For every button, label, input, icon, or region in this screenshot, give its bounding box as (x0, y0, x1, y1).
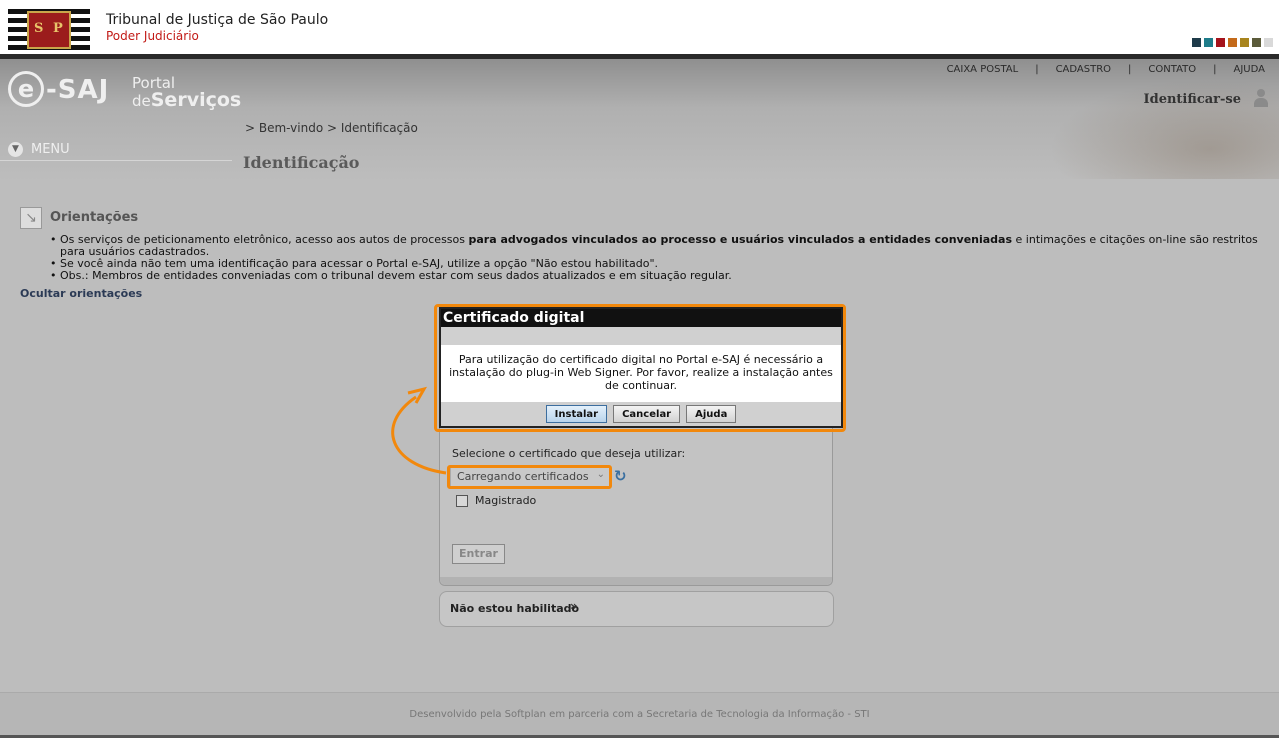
servicos-prefix: de (132, 92, 151, 110)
install-button[interactable]: Instalar (545, 405, 608, 423)
portal-header: e -SAJ Portal deServiços CAIXA POSTAL | … (0, 59, 1279, 181)
panel-bottom-bar (440, 577, 832, 585)
court-seal: S P (27, 11, 71, 49)
footer-text: Desenvolvido pela Softplan em parceria c… (409, 709, 870, 720)
color-theme-swatches (1192, 38, 1273, 47)
color-swatch-4[interactable] (1228, 38, 1237, 47)
user-icon[interactable] (1253, 89, 1269, 107)
color-swatch-1[interactable] (1192, 38, 1201, 47)
nav-separator: | (1035, 64, 1039, 75)
servicos-label: deServiços (132, 89, 241, 111)
nav-caixa-postal[interactable]: CAIXA POSTAL (947, 64, 1019, 75)
menu-toggle[interactable]: ▼ MENU (8, 142, 70, 157)
esaj-logo-e: e (8, 71, 44, 107)
orientations-title[interactable]: Orientações (50, 210, 138, 225)
certificate-dialog: Certificado digital Para utilização do c… (439, 307, 843, 428)
top-nav: CAIXA POSTAL | CADASTRO | CONTATO | AJUD… (947, 64, 1265, 75)
seal-letter-p: P (53, 21, 63, 36)
site-header: S P Tribunal de Justiça de São Paulo Pod… (0, 0, 1279, 54)
cancel-button[interactable]: Cancelar (613, 405, 681, 423)
orientation-arrow-icon[interactable]: ↘ (20, 207, 42, 229)
magistrado-label: Magistrado (475, 494, 537, 507)
identify-link[interactable]: Identificar-se (1144, 92, 1241, 107)
help-button[interactable]: Ajuda (686, 405, 737, 423)
nav-ajuda[interactable]: AJUDA (1234, 64, 1265, 75)
color-swatch-5[interactable] (1240, 38, 1249, 47)
nav-separator: | (1128, 64, 1132, 75)
refresh-icon[interactable]: ↻ (614, 467, 630, 485)
page-title: Identificação (243, 153, 360, 172)
color-swatch-2[interactable] (1204, 38, 1213, 47)
list-item: Obs.: Membros de entidades conveniadas c… (50, 270, 1260, 283)
dialog-titlebar: Certificado digital (441, 309, 841, 327)
orientations-list: Os serviços de peticionamento eletrônico… (50, 234, 1260, 283)
servicos-main: Serviços (150, 89, 242, 111)
list-item: Os serviços de peticionamento eletrônico… (50, 234, 1260, 258)
dialog-subbar (441, 327, 841, 345)
seal-letter-s: S (34, 21, 44, 36)
magistrado-checkbox[interactable] (456, 495, 468, 507)
dialog-title: Certificado digital (443, 310, 585, 326)
court-title: Tribunal de Justiça de São Paulo (106, 12, 329, 28)
nav-cadastro[interactable]: CADASTRO (1056, 64, 1111, 75)
court-subtitle: Poder Judiciário (106, 29, 199, 43)
footer: Desenvolvido pela Softplan em parceria c… (0, 692, 1279, 738)
not-enabled-link[interactable]: Não estou habilitado (450, 602, 579, 615)
certificate-label: Selecione o certificado que deseja utili… (452, 447, 686, 460)
color-swatch-6[interactable] (1252, 38, 1261, 47)
not-enabled-panel[interactable]: Não estou habilitado » (439, 591, 834, 627)
dialog-button-bar: Instalar Cancelar Ajuda (441, 402, 841, 426)
dialog-message: Para utilização do certificado digital n… (449, 353, 833, 392)
nav-separator: | (1213, 64, 1217, 75)
tjsp-logo: S P (8, 9, 90, 51)
breadcrumb: > Bem-vindo > Identificação (245, 121, 418, 135)
menu-divider (0, 160, 232, 161)
enter-button[interactable]: Entrar (452, 544, 505, 564)
color-swatch-7[interactable] (1264, 38, 1273, 47)
menu-label: MENU (31, 142, 70, 157)
esaj-logo-text: -SAJ (46, 75, 110, 105)
color-swatch-3[interactable] (1216, 38, 1225, 47)
hide-orientations-link[interactable]: Ocultar orientações (20, 287, 142, 300)
nav-contato[interactable]: CONTATO (1148, 64, 1196, 75)
chevron-down-icon: ▼ (8, 142, 23, 157)
double-chevron-right-icon: » (570, 599, 578, 613)
certificate-select-highlight (447, 465, 612, 489)
orientation-bold-text: para advogados vinculados ao processo e … (468, 233, 1013, 246)
login-panel: Selecione o certificado que deseja utili… (439, 420, 833, 586)
